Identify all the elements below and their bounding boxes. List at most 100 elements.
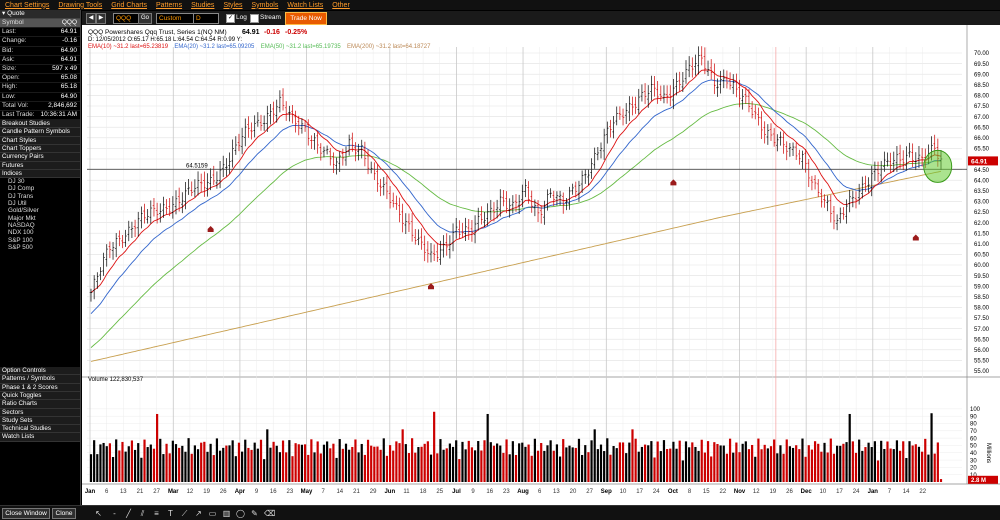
quote-section-header[interactable]: ▾ Quote (0, 10, 80, 19)
price-chart[interactable]: 70.00 69.50 69.00 68.50 68.00 67.50 67.00 66.50… (82, 25, 1000, 505)
menu-item[interactable]: Symbols (252, 2, 279, 9)
volume-bar (407, 453, 411, 482)
back-arrow-button[interactable]: ◀ (86, 13, 96, 24)
ema-legend-entry: EMA(10) ~31.2 last=65.23819 (88, 44, 169, 50)
close-window-button[interactable]: Close Window (2, 508, 50, 519)
panel-section[interactable]: Candle Pattern Symbols (0, 128, 80, 137)
panel-section[interactable]: Ratio Charts (0, 400, 80, 409)
text-tool-icon[interactable]: T (166, 509, 175, 518)
index-item[interactable]: NDX 100 (0, 229, 80, 236)
panel-group[interactable]: Indices (0, 169, 80, 179)
menu-item[interactable]: Other (332, 2, 350, 9)
select-arrow-icon[interactable]: ↖ (94, 509, 103, 518)
menu-item[interactable]: Watch Lists (287, 2, 323, 9)
menu-item[interactable]: Patterns (156, 2, 182, 9)
volume-bar (137, 443, 140, 482)
pencil-icon[interactable]: ✎ (250, 509, 259, 518)
period-select[interactable]: D (193, 13, 219, 24)
volume-bar (93, 440, 96, 482)
panel-section[interactable]: Quick Toggles (0, 392, 80, 401)
clone-button[interactable]: Clone (52, 508, 76, 519)
index-item[interactable]: S&P 100 (0, 237, 80, 244)
volume-bar (143, 439, 146, 482)
panel-section[interactable]: Option Controls (0, 367, 80, 376)
index-item[interactable]: DJ Util (0, 200, 80, 207)
panel-section[interactable]: Patterns / Symbols (0, 375, 80, 384)
log-checkbox[interactable] (226, 14, 235, 23)
panel-group[interactable]: Futures (0, 161, 80, 170)
date-tick-label: 17 (836, 489, 843, 495)
menu-item[interactable]: Drawing Tools (58, 2, 102, 9)
index-item[interactable]: DJ 30 (0, 178, 80, 185)
volume-bar (401, 429, 404, 482)
panel-group[interactable]: Chart Toppers (0, 144, 80, 154)
stream-checkbox[interactable] (250, 14, 259, 23)
panel-group[interactable]: Currency Pairs (0, 153, 80, 162)
channel-icon[interactable]: ▥ (222, 509, 231, 518)
parallel-lines-icon[interactable]: ⫽ (138, 509, 147, 518)
volume-bar (297, 444, 300, 482)
date-tick-label: 29 (370, 489, 377, 495)
trendline-icon[interactable]: ⟋ (180, 509, 189, 518)
volume-bar (105, 446, 108, 482)
menu-item[interactable]: Studies (191, 2, 214, 9)
volume-bar (678, 440, 681, 482)
eraser-icon[interactable]: ⌫ (264, 509, 275, 518)
arrow-tool-icon[interactable]: ↗ (194, 509, 203, 518)
volume-bar (621, 442, 625, 482)
index-item[interactable]: Major Mkt (0, 215, 80, 222)
index-item[interactable]: Gold/Silver (0, 207, 80, 214)
volume-bar (417, 447, 420, 482)
panel-section[interactable]: Study Sets (0, 416, 80, 426)
volume-bar (263, 459, 266, 482)
symbol-input[interactable]: QQQ (113, 13, 139, 24)
volume-bar (99, 444, 102, 482)
volume-bar (625, 453, 628, 482)
fib-icon[interactable]: ≡ (152, 509, 161, 518)
rectangle-icon[interactable]: ▭ (208, 509, 217, 518)
date-tick-label: 14 (336, 489, 343, 495)
volume-bar (483, 440, 486, 482)
volume-bar (817, 443, 820, 482)
index-item[interactable]: S&P 500 (0, 244, 80, 251)
panel-section[interactable]: Watch Lists (0, 433, 80, 442)
volume-bar (102, 442, 105, 482)
quote-header-label: Quote (7, 10, 25, 17)
date-tick-label: 11 (403, 489, 410, 495)
volume-bar (363, 454, 366, 482)
forward-arrow-button[interactable]: ▶ (96, 13, 106, 24)
ohlc-readout: D: 12/05/2012 O:65.17 H:65.18 L:64.54 C:… (88, 37, 242, 43)
panel-section[interactable]: Breakout Studies (0, 120, 80, 129)
range-select[interactable]: Custom (156, 13, 194, 24)
quote-value: 65.18 (60, 83, 77, 91)
volume-bar (795, 445, 798, 482)
volume-bar (722, 445, 725, 482)
draw-line-icon[interactable]: ╱ (124, 509, 133, 518)
index-item[interactable]: NASDAQ (0, 222, 80, 229)
ellipse-icon[interactable]: ◯ (236, 509, 245, 518)
date-tick-label: 27 (153, 489, 160, 495)
index-item[interactable]: DJ Trans (0, 193, 80, 200)
price-tick-label: 65.50 (974, 147, 990, 153)
volume-bar (939, 479, 943, 482)
trade-now-button[interactable]: Trade Now (285, 12, 327, 25)
volume-bar (455, 440, 458, 482)
volume-bar (603, 451, 606, 482)
date-tick-label: Apr (235, 489, 246, 495)
index-item[interactable]: DJ Comp (0, 185, 80, 192)
volume-bar (388, 445, 392, 482)
menu-item[interactable]: Grid Charts (111, 2, 147, 9)
volume-bar (445, 448, 448, 482)
volume-bar (596, 449, 599, 482)
panel-section[interactable]: Phase 1 & 2 Scores (0, 383, 80, 392)
go-button[interactable]: Go (138, 13, 152, 24)
panel-section[interactable]: Technical Studies (0, 425, 80, 434)
volume-bar (174, 444, 178, 482)
menu-item[interactable]: Chart Settings (5, 2, 49, 9)
panel-section[interactable]: Chart Styles (0, 136, 80, 145)
menu-item[interactable]: Styles (223, 2, 242, 9)
chart-area[interactable]: 70.00 69.50 69.00 68.50 68.00 67.50 67.00 66.50… (82, 25, 1000, 505)
panel-section[interactable]: Sectors (0, 408, 80, 417)
date-tick-label: 12 (187, 489, 194, 495)
dash-icon[interactable]: - (110, 509, 119, 518)
